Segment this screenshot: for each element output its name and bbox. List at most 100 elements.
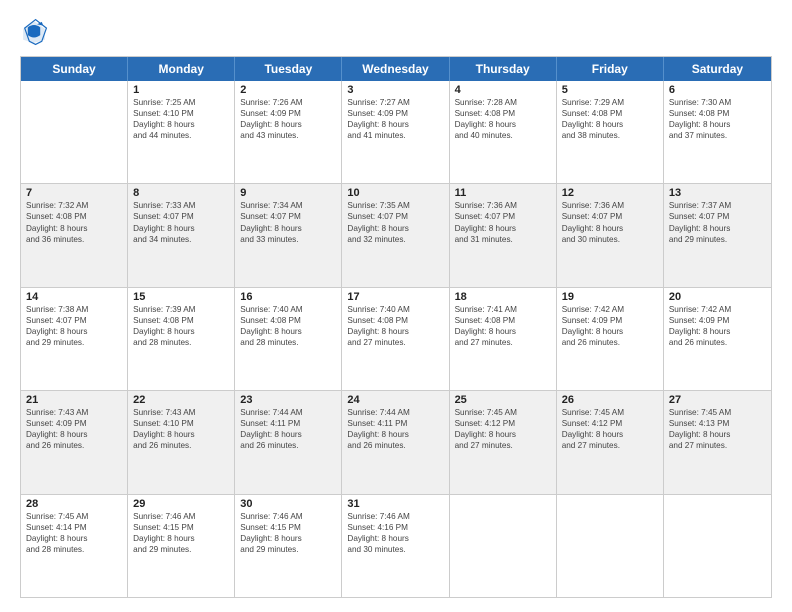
cell-info-line: Daylight: 8 hours bbox=[240, 429, 336, 440]
calendar: SundayMondayTuesdayWednesdayThursdayFrid… bbox=[20, 56, 772, 598]
page: SundayMondayTuesdayWednesdayThursdayFrid… bbox=[0, 0, 792, 612]
cell-info-line: Sunset: 4:10 PM bbox=[133, 418, 229, 429]
cell-info-line: Sunset: 4:07 PM bbox=[455, 211, 551, 222]
cell-info-line: Sunrise: 7:36 AM bbox=[562, 200, 658, 211]
cell-info-line: and 29 minutes. bbox=[240, 544, 336, 555]
cell-info-line: and 26 minutes. bbox=[133, 440, 229, 451]
cell-info-line: Sunset: 4:08 PM bbox=[240, 315, 336, 326]
cell-info-line: Daylight: 8 hours bbox=[455, 119, 551, 130]
cell-info-line: Sunrise: 7:45 AM bbox=[26, 511, 122, 522]
cell-info-line: Sunrise: 7:45 AM bbox=[562, 407, 658, 418]
cell-info-line: Daylight: 8 hours bbox=[562, 223, 658, 234]
cell-info-line: Sunrise: 7:44 AM bbox=[347, 407, 443, 418]
cell-info-line: and 37 minutes. bbox=[669, 130, 766, 141]
cell-info-line: Sunrise: 7:28 AM bbox=[455, 97, 551, 108]
cell-info-line: Daylight: 8 hours bbox=[455, 429, 551, 440]
cell-info-line: Sunrise: 7:39 AM bbox=[133, 304, 229, 315]
day-cell-31: 31Sunrise: 7:46 AMSunset: 4:16 PMDayligh… bbox=[342, 495, 449, 597]
cell-info-line: and 40 minutes. bbox=[455, 130, 551, 141]
day-header-sunday: Sunday bbox=[21, 57, 128, 81]
cell-info-line: Sunset: 4:07 PM bbox=[133, 211, 229, 222]
day-cell-4: 4Sunrise: 7:28 AMSunset: 4:08 PMDaylight… bbox=[450, 81, 557, 183]
cell-info-line: Daylight: 8 hours bbox=[26, 326, 122, 337]
cell-info-line: Daylight: 8 hours bbox=[562, 429, 658, 440]
header bbox=[20, 18, 772, 46]
cell-info-line: and 26 minutes. bbox=[240, 440, 336, 451]
day-cell-18: 18Sunrise: 7:41 AMSunset: 4:08 PMDayligh… bbox=[450, 288, 557, 390]
day-cell-25: 25Sunrise: 7:45 AMSunset: 4:12 PMDayligh… bbox=[450, 391, 557, 493]
day-header-friday: Friday bbox=[557, 57, 664, 81]
cell-info-line: Daylight: 8 hours bbox=[347, 429, 443, 440]
cell-info-line: Sunrise: 7:46 AM bbox=[240, 511, 336, 522]
cell-info-line: and 44 minutes. bbox=[133, 130, 229, 141]
cell-info-line: Daylight: 8 hours bbox=[133, 533, 229, 544]
cell-info-line: Daylight: 8 hours bbox=[26, 429, 122, 440]
day-number: 12 bbox=[562, 187, 658, 199]
cell-info-line: Daylight: 8 hours bbox=[133, 429, 229, 440]
day-cell-30: 30Sunrise: 7:46 AMSunset: 4:15 PMDayligh… bbox=[235, 495, 342, 597]
day-number: 8 bbox=[133, 187, 229, 199]
cell-info-line: Sunset: 4:10 PM bbox=[133, 108, 229, 119]
empty-cell-4-6 bbox=[664, 495, 771, 597]
empty-cell-0-0 bbox=[21, 81, 128, 183]
day-cell-29: 29Sunrise: 7:46 AMSunset: 4:15 PMDayligh… bbox=[128, 495, 235, 597]
day-cell-6: 6Sunrise: 7:30 AMSunset: 4:08 PMDaylight… bbox=[664, 81, 771, 183]
day-cell-3: 3Sunrise: 7:27 AMSunset: 4:09 PMDaylight… bbox=[342, 81, 449, 183]
cell-info-line: Daylight: 8 hours bbox=[26, 533, 122, 544]
cell-info-line: Sunrise: 7:37 AM bbox=[669, 200, 766, 211]
cell-info-line: Sunset: 4:07 PM bbox=[669, 211, 766, 222]
cell-info-line: Sunset: 4:09 PM bbox=[26, 418, 122, 429]
cell-info-line: Sunset: 4:09 PM bbox=[347, 108, 443, 119]
cell-info-line: Sunset: 4:11 PM bbox=[347, 418, 443, 429]
cell-info-line: Sunrise: 7:33 AM bbox=[133, 200, 229, 211]
cell-info-line: Daylight: 8 hours bbox=[240, 326, 336, 337]
cell-info-line: and 29 minutes. bbox=[133, 544, 229, 555]
day-number: 3 bbox=[347, 84, 443, 96]
calendar-header: SundayMondayTuesdayWednesdayThursdayFrid… bbox=[21, 57, 771, 81]
cell-info-line: and 38 minutes. bbox=[562, 130, 658, 141]
cell-info-line: Sunrise: 7:34 AM bbox=[240, 200, 336, 211]
day-number: 6 bbox=[669, 84, 766, 96]
day-number: 27 bbox=[669, 394, 766, 406]
cell-info-line: Sunset: 4:09 PM bbox=[562, 315, 658, 326]
day-number: 22 bbox=[133, 394, 229, 406]
cell-info-line: Sunset: 4:09 PM bbox=[669, 315, 766, 326]
day-header-monday: Monday bbox=[128, 57, 235, 81]
day-number: 25 bbox=[455, 394, 551, 406]
cell-info-line: and 27 minutes. bbox=[562, 440, 658, 451]
cell-info-line: Daylight: 8 hours bbox=[669, 119, 766, 130]
cell-info-line: Sunset: 4:07 PM bbox=[26, 315, 122, 326]
cell-info-line: and 28 minutes. bbox=[133, 337, 229, 348]
day-number: 24 bbox=[347, 394, 443, 406]
day-cell-21: 21Sunrise: 7:43 AMSunset: 4:09 PMDayligh… bbox=[21, 391, 128, 493]
day-number: 16 bbox=[240, 291, 336, 303]
cell-info-line: and 26 minutes. bbox=[347, 440, 443, 451]
cell-info-line: Sunrise: 7:45 AM bbox=[455, 407, 551, 418]
cell-info-line: Sunrise: 7:43 AM bbox=[26, 407, 122, 418]
cell-info-line: Sunrise: 7:42 AM bbox=[562, 304, 658, 315]
cell-info-line: Daylight: 8 hours bbox=[669, 223, 766, 234]
cell-info-line: Sunrise: 7:30 AM bbox=[669, 97, 766, 108]
day-number: 31 bbox=[347, 498, 443, 510]
cell-info-line: and 26 minutes. bbox=[562, 337, 658, 348]
cell-info-line: Daylight: 8 hours bbox=[347, 119, 443, 130]
day-number: 5 bbox=[562, 84, 658, 96]
cell-info-line: Daylight: 8 hours bbox=[240, 223, 336, 234]
cell-info-line: Sunset: 4:09 PM bbox=[240, 108, 336, 119]
day-cell-26: 26Sunrise: 7:45 AMSunset: 4:12 PMDayligh… bbox=[557, 391, 664, 493]
cell-info-line: Sunset: 4:08 PM bbox=[133, 315, 229, 326]
day-number: 19 bbox=[562, 291, 658, 303]
day-number: 26 bbox=[562, 394, 658, 406]
cell-info-line: Daylight: 8 hours bbox=[562, 326, 658, 337]
day-cell-5: 5Sunrise: 7:29 AMSunset: 4:08 PMDaylight… bbox=[557, 81, 664, 183]
cell-info-line: Sunrise: 7:35 AM bbox=[347, 200, 443, 211]
cell-info-line: Sunset: 4:08 PM bbox=[347, 315, 443, 326]
cell-info-line: and 27 minutes. bbox=[455, 337, 551, 348]
day-cell-22: 22Sunrise: 7:43 AMSunset: 4:10 PMDayligh… bbox=[128, 391, 235, 493]
day-cell-17: 17Sunrise: 7:40 AMSunset: 4:08 PMDayligh… bbox=[342, 288, 449, 390]
cell-info-line: and 27 minutes. bbox=[669, 440, 766, 451]
cell-info-line: and 29 minutes. bbox=[26, 337, 122, 348]
cell-info-line: Sunrise: 7:32 AM bbox=[26, 200, 122, 211]
cell-info-line: and 34 minutes. bbox=[133, 234, 229, 245]
cell-info-line: and 26 minutes. bbox=[669, 337, 766, 348]
